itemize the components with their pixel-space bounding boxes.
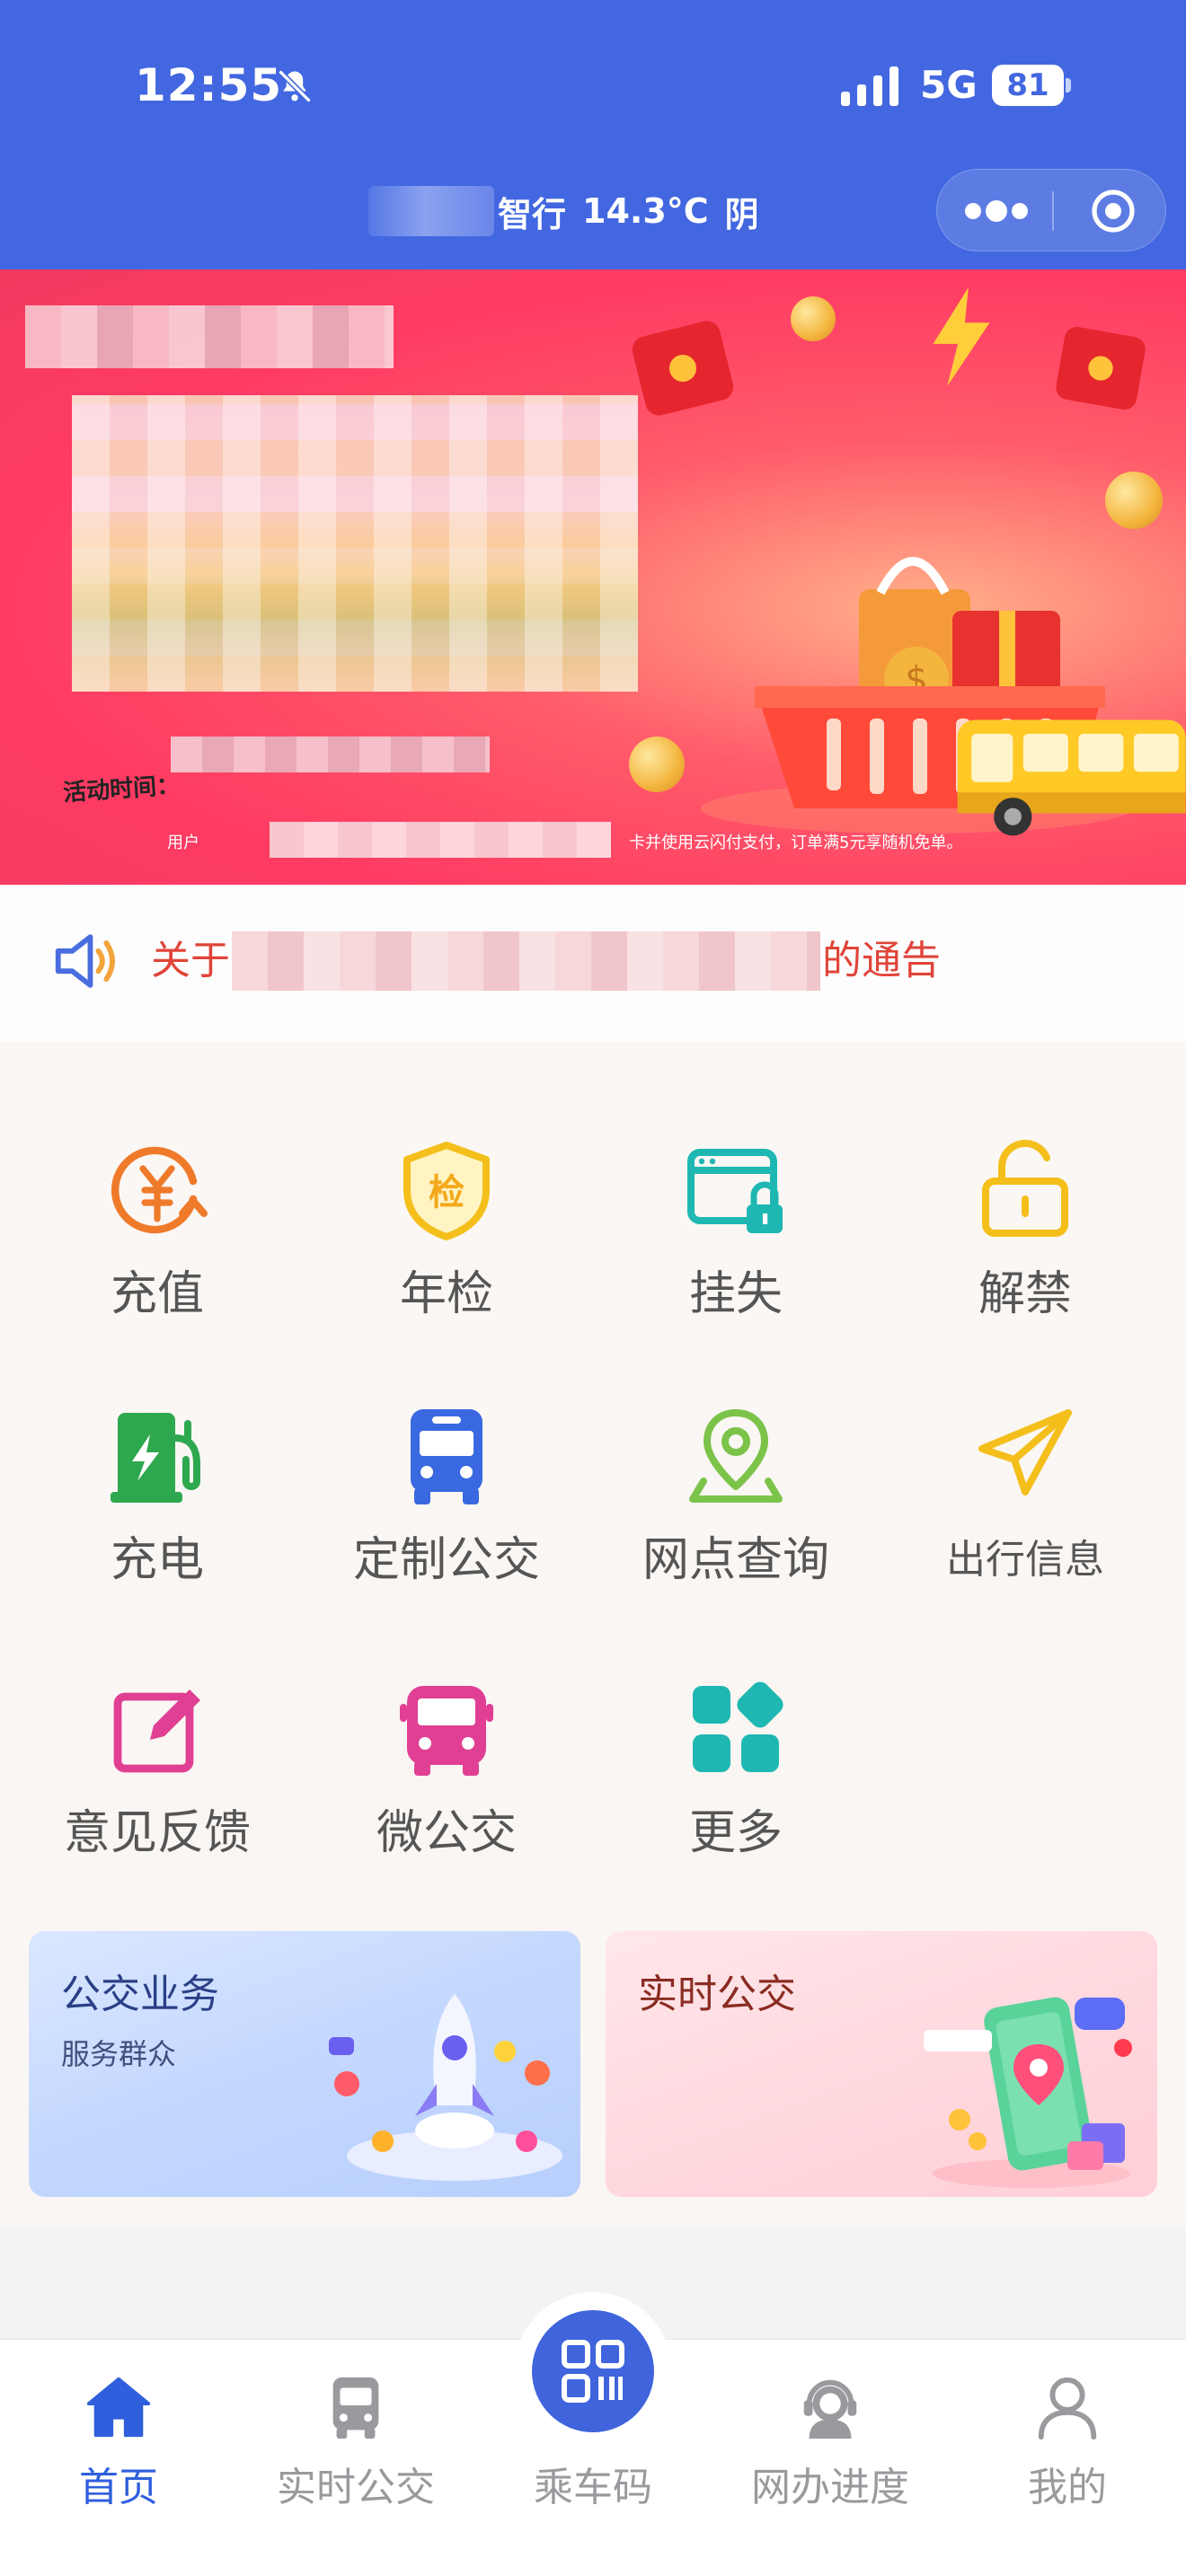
status-time: 12:55 [135,59,283,111]
blurred-fine-print [270,822,611,858]
service-label: 微公交 [376,1806,517,1860]
signal-icon [841,66,898,106]
battery-level: 81 [992,65,1064,106]
blurred-notice-title [232,931,820,991]
bus-icon [411,1409,482,1504]
unlock-icon [982,1140,1068,1237]
tab-label: 实时公交 [277,2465,435,2510]
bell-off-icon [278,69,312,103]
inspection-shield-icon: 检 [403,1142,490,1240]
service-annual-inspection[interactable]: 检 年检 [302,1042,591,1321]
rocket-illustration [329,1994,562,2181]
notice-text[interactable]: 关于 的通告 [151,921,941,1001]
user-icon [1038,2377,1097,2440]
weather-condition: 阴 [724,194,759,234]
tab-home[interactable]: 首页 [0,2340,237,2576]
tab-progress[interactable]: 网办进度 [712,2340,949,2576]
service-report-loss[interactable]: 挂失 [591,1042,881,1321]
card-subtitle: 服务群众 [61,2037,177,2071]
support-agent-icon [803,2379,857,2439]
lightning-icon [933,287,990,386]
red-envelope-icon [1056,326,1146,410]
coin-icon [1105,472,1163,529]
bus-icon [332,2377,379,2439]
close-miniprogram-icon[interactable] [1090,188,1137,234]
bus-illustration [957,719,1186,836]
notice-bar[interactable]: 关于 的通告 [0,885,1186,1042]
tab-realtime-bus[interactable]: 实时公交 [237,2340,474,2576]
weather-prefix: 智行 [498,194,567,234]
notice-prefix: 关于 [151,938,230,984]
edit-note-icon [113,1689,200,1773]
card-title: 实时公交 [638,1972,796,2017]
banner-fine-print-left: 用户 [167,834,199,852]
service-outlet-search[interactable]: 网点查询 [591,1308,881,1587]
service-travel-info[interactable]: 出行信息 [881,1308,1170,1583]
service-label: 更多 [688,1806,783,1860]
inspection-badge-text: 检 [429,1172,465,1213]
service-custom-bus[interactable]: 定制公交 [302,1308,591,1587]
network-type: 5G [920,63,978,107]
app-header: 12:55 5G 81 智行 14.3°C 阴 [0,0,1186,269]
more-options-icon[interactable] [962,195,1031,227]
ride-code-button[interactable] [514,2292,672,2450]
activity-time-label: 活动时间： [62,772,181,807]
service-label: 充电 [110,1533,204,1587]
service-charging[interactable]: 充电 [13,1308,302,1587]
temperature: 14.3°C [582,191,709,231]
tab-label: 乘车码 [534,2465,652,2510]
notice-suffix: 的通告 [822,938,941,984]
coin-icon [629,737,685,792]
blurred-banner-headline [72,395,638,692]
service-label: 意见反馈 [63,1806,251,1860]
tab-mine[interactable]: 我的 [949,2340,1186,2576]
blurred-banner-title [25,305,394,368]
location-pin-icon [689,1409,783,1503]
service-feedback[interactable]: 意见反馈 [13,1581,302,1860]
tab-label: 网办进度 [751,2465,909,2510]
blurred-activity-date [171,737,490,772]
service-label: 定制公交 [352,1533,540,1587]
charging-station-icon [111,1413,200,1503]
speaker-icon [55,934,115,988]
service-more[interactable]: 更多 [591,1581,881,1860]
service-recharge[interactable]: 充值 [13,1042,302,1321]
tab-label: 首页 [79,2465,158,2510]
coin-icon [791,296,836,341]
tab-label: 我的 [1028,2465,1107,2510]
promo-banner[interactable]: 活动时间： 用户 卡并使用云闪付支付，订单满5元享随机免单。 $ [0,269,1186,885]
phone-map-illustration [924,1997,1132,2188]
yuan-recharge-icon [111,1146,208,1234]
red-envelope-icon [632,321,734,416]
card-title: 公交业务 [61,1972,219,2017]
card-lock-icon [687,1149,783,1233]
qr-code-icon [562,2340,624,2403]
service-micro-bus[interactable]: 微公交 [302,1581,591,1860]
mini-bus-icon [400,1686,493,1776]
miniprogram-capsule [936,169,1166,251]
service-unblock[interactable]: 解禁 [881,1042,1170,1321]
battery-icon: 81 [992,65,1071,106]
paper-plane-icon [978,1409,1072,1495]
service-label: 出行信息 [946,1537,1104,1583]
weather-bar: 智行 14.3°C 阴 [368,184,759,238]
grid-more-icon [693,1681,783,1772]
realtime-bus-card[interactable]: 实时公交 [606,1931,1157,2197]
blurred-city-name [368,186,494,236]
service-label: 网点查询 [642,1533,829,1587]
bus-business-card[interactable]: 公交业务 服务群众 [29,1931,580,2197]
home-icon [86,2377,151,2438]
